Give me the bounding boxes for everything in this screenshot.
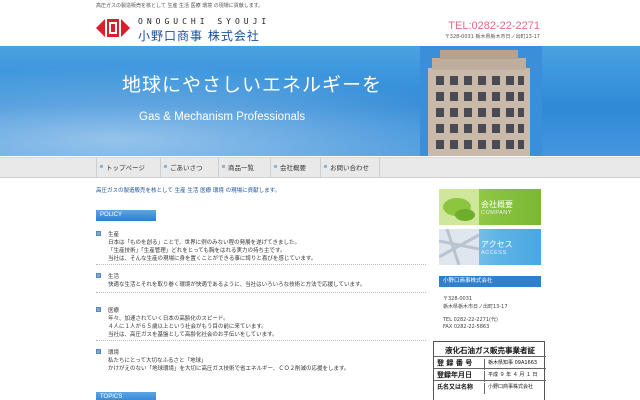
bullet-icon	[96, 231, 101, 236]
policy-line: 日本は「ものを創る」ことで、世界に例のみない程の発展を遂げてきました。	[108, 240, 300, 246]
company-banner[interactable]: 会社概要 COMPANY	[439, 189, 541, 225]
nav-item-label: 会社概要	[280, 164, 306, 172]
policy-line: 当社は、そんな生産の現場に身を置くことができる事に誇りと喜びを感じています。	[108, 256, 317, 262]
license-key: 登 録 番 号	[437, 359, 473, 367]
policy-line: 快適な生活とそれを取り巻く環境が快適であるように、当社はいろいろな技術と方法で応…	[108, 282, 366, 288]
bullet-icon	[96, 349, 101, 354]
site-header: ONOGUCHI SYOUJI 小野口商事 株式会社 TEL:0282-22-2…	[0, 9, 640, 46]
leaf-icon	[439, 189, 479, 225]
nav-item-greeting[interactable]: ごあいさつ	[160, 158, 212, 178]
intro-text: 高圧ガスの製造販売を核として 生産 生活 医療 環境 の現場に貢献します。	[96, 188, 281, 194]
lpg-license-certificate: 液化石油ガス販売事業者証 登 録 番 号 栃木県知事 09A1663 登録年月日…	[433, 341, 546, 400]
divider	[96, 292, 426, 293]
header-tagline: 高圧ガスの製造販売を核として 生産 生活 医療 環境 の現場に貢献します。	[96, 3, 264, 9]
license-title: 液化石油ガス販売事業者証	[445, 346, 535, 355]
map-icon	[439, 229, 479, 265]
hero-subtitle: Gas & Mechanism Professionals	[139, 111, 306, 123]
bullet-icon	[96, 273, 101, 278]
hero-banner: 地球にやさしいエネルギーを Gas & Mechanism Profession…	[0, 46, 640, 156]
header-phone: TEL:0282-22-2271	[448, 20, 540, 32]
access-banner[interactable]: アクセス ACCESS	[439, 229, 541, 265]
company-address: 栃木県栃木市日ノ出町13-17	[443, 304, 508, 310]
policy-title: 環境	[108, 350, 120, 356]
license-row: 登録年月日 平成 ９ 年 ４ 月 １ 日	[434, 368, 546, 382]
top-strip: 高圧ガスの製造販売を核として 生産 生活 医療 環境 の現場に貢献します。	[0, 0, 640, 9]
main-navigation: トップページ ごあいさつ 商品一覧 会社概要 お問い合わせ	[0, 157, 640, 178]
logo-roman-name: ONOGUCHI SYOUJI	[138, 17, 271, 26]
company-tel: TEL 0282-22-2271(代)	[443, 317, 498, 323]
building-photo-icon	[420, 46, 542, 156]
nav-item-label: お問い合わせ	[330, 164, 369, 172]
banner-sub: ACCESS	[481, 250, 507, 256]
company-info-heading: 小野口商事株式会社	[439, 276, 541, 287]
topics-heading: TOPICS	[96, 392, 156, 400]
nav-item-label: トップページ	[106, 164, 145, 172]
nav-item-contact[interactable]: お問い合わせ	[320, 158, 380, 178]
divider	[96, 264, 426, 265]
license-key: 登録年月日	[437, 371, 472, 379]
license-value: 小野口商事株式会社	[484, 383, 533, 394]
hero-title: 地球にやさしいエネルギーを	[122, 74, 383, 96]
nav-item-label: 商品一覧	[228, 164, 254, 172]
license-row: 登 録 番 号 栃木県知事 09A1663	[434, 356, 546, 370]
divider	[96, 340, 426, 341]
company-postal: 〒328-0031	[443, 296, 473, 302]
license-key: 氏名又は名称	[437, 384, 474, 391]
company-fax: FAX 0282-22-5863	[443, 324, 490, 330]
policy-line: 「生産技術」「生産管理」どれをとっても胸をはれる実力の持ち主です。	[108, 248, 286, 254]
company-logo-icon[interactable]	[96, 19, 130, 37]
policy-heading: POLICY	[96, 210, 156, 221]
policy-line: 当社は、高圧ガスを基盤として高齢化社会のお手伝いをしています。	[108, 332, 278, 338]
nav-item-products[interactable]: 商品一覧	[218, 158, 260, 178]
policy-title: 医療	[108, 308, 120, 314]
banner-label: 会社概要	[481, 200, 513, 209]
nav-item-company[interactable]: 会社概要	[270, 158, 315, 178]
bullet-icon	[96, 307, 101, 312]
license-row: 氏名又は名称 小野口商事株式会社	[434, 380, 546, 394]
banner-label: アクセス	[481, 240, 513, 249]
banner-sub: COMPANY	[481, 210, 512, 216]
header-address: 〒328-0031 栃木県栃木市日ノ出町13-17	[444, 34, 540, 40]
policy-line: 私たちにとって大切なふるさと「地球」	[108, 358, 207, 364]
policy-line: ４人に１人が６５歳以上という社会がもう目の前に来ています。	[108, 324, 267, 330]
policy-line: かけがえのない「地球環境」を大切に高圧ガス技術で省エネルギー、ＣＯ２削減の応援を…	[108, 366, 350, 372]
policy-line: 年々、加速されていく日本の高齢化のスピード。	[108, 316, 229, 322]
logo-japanese-name: 小野口商事 株式会社	[138, 29, 260, 43]
nav-item-top[interactable]: トップページ	[96, 158, 152, 178]
policy-title: 生産	[108, 232, 120, 238]
nav-item-label: ごあいさつ	[170, 164, 203, 172]
hero-glow	[0, 46, 640, 156]
main-content: 高圧ガスの製造販売を核として 生産 生活 医療 環境 の現場に貢献します。 PO…	[96, 186, 426, 400]
policy-title: 生活	[108, 274, 120, 280]
